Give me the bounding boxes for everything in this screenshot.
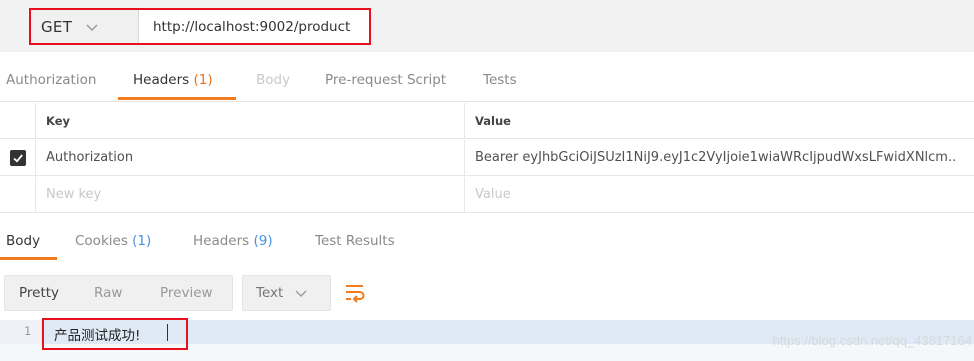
tab-label: Body [6,233,41,249]
method-label: GET [41,17,73,36]
tab-label: Body [256,72,291,88]
tab-label: Test Results [315,233,395,249]
tab-test-results[interactable]: Test Results [315,233,395,249]
header-key-field[interactable]: Authorization [37,140,465,175]
tab-cookies[interactable]: Cookies (1) [75,233,151,249]
preview-button[interactable]: Preview [160,276,213,310]
tab-label: Tests [483,72,517,88]
header-check-cell [0,103,36,138]
table-header-row: Key Value [0,103,974,139]
format-label: Text [256,285,284,301]
tab-label: Authorization [6,72,97,88]
tab-response-body[interactable]: Body [6,233,40,249]
new-key-input[interactable]: New key [37,177,465,212]
table-row: Authorization Bearer eyJhbGciOiJSUzI1NiJ… [0,140,974,176]
line-number: 1 [24,324,31,338]
view-mode-group: Pretty Raw Preview [4,275,233,311]
chevron-down-icon [295,290,307,297]
response-highlight-box [42,318,188,350]
column-header-value: Value [475,113,511,128]
row-check-cell [0,177,36,212]
format-select[interactable]: Text [242,275,331,311]
new-value-input[interactable]: Value [466,177,974,212]
row-checkbox[interactable] [9,149,26,166]
tab-count: (1) [132,233,152,249]
tab-count: (9) [253,233,273,249]
watermark-url: https://blog.csdn.net/qq_43817164 [772,333,973,348]
request-highlight-box: GET http://localhost:9002/product [29,8,371,45]
method-select[interactable]: GET [31,10,139,43]
request-bar: GET http://localhost:9002/product [0,0,974,52]
tab-label: Pre-request Script [325,72,447,88]
tab-label: Headers [133,72,190,88]
active-tab-indicator [118,97,236,100]
row-check-cell [0,140,36,175]
check-icon [12,153,23,162]
tab-tests[interactable]: Tests [483,72,517,88]
tab-headers[interactable]: Headers (1) [133,72,213,88]
url-input[interactable]: http://localhost:9002/product [153,10,350,43]
line-gutter: 1 [0,320,41,344]
tab-authorization[interactable]: Authorization [6,72,96,88]
tab-label: Cookies [75,233,128,249]
table-row-new: New key Value [0,177,974,213]
tab-count: (1) [193,72,213,88]
header-value-field[interactable]: Bearer eyJhbGciOiJSUzI1NiJ9.eyJ1c2VyIjoi… [466,140,974,175]
tab-body[interactable]: Body [256,72,290,88]
tab-label: Headers [193,233,250,249]
response-toolbar: Pretty Raw Preview Text [0,275,974,311]
wrap-lines-icon[interactable] [344,282,366,304]
tab-response-headers[interactable]: Headers (9) [193,233,273,249]
column-header-key: Key [37,103,465,138]
response-tabs: Body Cookies (1) Headers (9) Test Result… [0,224,974,262]
raw-button[interactable]: Raw [94,276,122,310]
request-tabs: Authorization Headers (1) Body Pre-reque… [0,66,974,102]
tab-pre-request-script[interactable]: Pre-request Script [325,72,446,88]
pretty-button[interactable]: Pretty [19,276,59,310]
active-tab-indicator [0,257,57,260]
chevron-down-icon [86,24,98,31]
